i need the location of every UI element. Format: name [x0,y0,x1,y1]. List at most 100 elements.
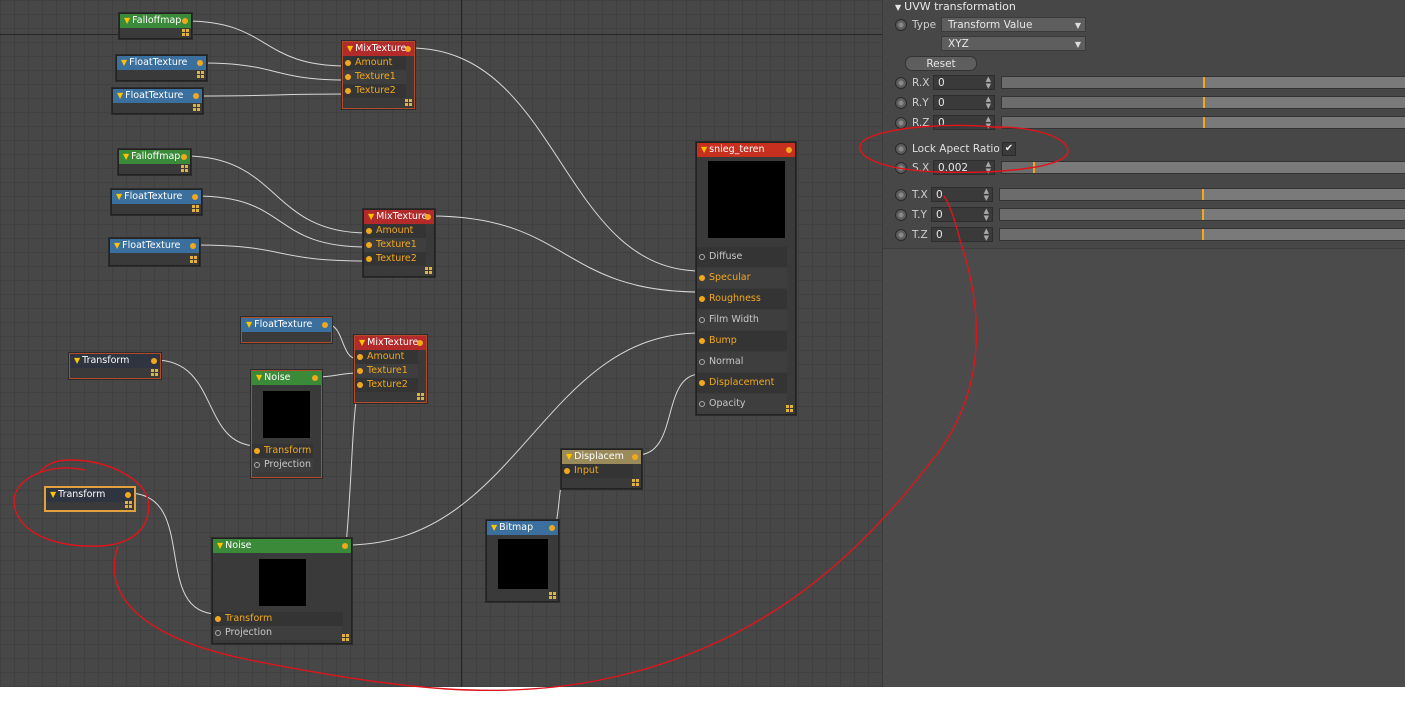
spinner-icon[interactable]: ▲ ▼ [986,116,991,130]
port-dot[interactable] [699,338,705,344]
port-dot[interactable] [366,256,372,262]
resize-grip-icon[interactable] [632,479,639,486]
collapse-triangle-icon[interactable]: ▼ [117,91,123,100]
collapse-triangle-icon[interactable]: ▼ [246,320,252,329]
animate-radio-icon[interactable] [895,143,907,155]
output-port[interactable] [632,454,638,460]
spinner-icon[interactable]: ▲ ▼ [986,161,991,175]
output-port[interactable] [549,525,555,531]
input-port-texture1[interactable]: Texture1 [355,364,418,378]
port-dot[interactable] [345,88,351,94]
input-port-opacity[interactable]: Opacity [697,394,787,414]
output-port[interactable] [193,93,199,99]
port-dot[interactable] [699,296,705,302]
resize-grip-icon[interactable] [193,104,200,111]
collapse-triangle-icon[interactable]: ▼ [256,373,262,382]
output-port[interactable] [182,18,188,24]
port-dot[interactable] [366,228,372,234]
input-port-amount[interactable]: Amount [343,56,406,70]
input-port-displacement[interactable]: Displacement [697,373,787,393]
input-port-projection[interactable]: Projection [213,626,343,640]
slider-handle[interactable] [1202,77,1205,88]
slider-handle[interactable] [1201,209,1204,220]
port-dot[interactable] [357,368,363,374]
ry-slider[interactable] [1001,96,1405,109]
input-port-normal[interactable]: Normal [697,352,787,372]
spinner-icon[interactable]: ▲ ▼ [986,76,991,90]
output-port[interactable] [125,492,131,498]
input-port-texture2[interactable]: Texture2 [343,84,406,98]
collapse-triangle-icon[interactable]: ▼ [124,16,130,25]
rz-slider[interactable] [1001,116,1405,129]
resize-grip-icon[interactable] [182,29,189,36]
port-dot[interactable] [699,380,705,386]
output-port[interactable] [417,340,423,346]
animate-radio-icon[interactable] [895,77,907,89]
collapse-triangle-icon[interactable]: ▼ [121,58,127,67]
slider-handle[interactable] [1202,97,1205,108]
node-mixtexture-2[interactable]: ▼ MixTexture Amount Texture1 Texture2 [363,209,435,277]
resize-grip-icon[interactable] [425,267,432,274]
animate-radio-icon[interactable] [895,117,907,129]
sx-field[interactable]: 0.002 ▲ ▼ [933,160,995,175]
input-port-roughness[interactable]: Roughness [697,289,787,309]
port-dot[interactable] [699,359,705,365]
resize-grip-icon[interactable] [181,165,188,172]
ty-slider[interactable] [999,208,1405,221]
spinner-icon[interactable]: ▲ ▼ [984,208,989,222]
resize-grip-icon[interactable] [549,592,556,599]
port-dot[interactable] [366,242,372,248]
section-header[interactable]: ▼ UVW transformation [895,0,1016,13]
node-noise-2[interactable]: ▼ Noise Transform Projection [212,538,352,644]
input-port-transform[interactable]: Transform [213,612,343,626]
node-material-snieg-teren[interactable]: ▼ snieg_teren Diffuse Specular Roughness … [696,142,796,415]
collapse-triangle-icon[interactable]: ▼ [491,523,497,532]
output-port[interactable] [405,46,411,52]
rx-slider[interactable] [1001,76,1405,89]
node-floattexture-2[interactable]: ▼ FloatTexture [112,88,203,114]
node-displacement[interactable]: ▼ Displacem Input [561,449,642,489]
output-port[interactable] [190,243,196,249]
rotation-order-dropdown[interactable]: XYZ ▼ [941,36,1086,51]
rx-field[interactable]: 0 ▲ ▼ [933,75,995,90]
collapse-triangle-icon[interactable]: ▼ [368,212,374,221]
output-port[interactable] [192,194,198,200]
collapse-triangle-icon[interactable]: ▼ [74,356,80,365]
port-dot[interactable] [254,462,260,468]
spinner-icon[interactable]: ▲ ▼ [986,96,991,110]
port-dot[interactable] [564,468,570,474]
ty-field[interactable]: 0 ▲ ▼ [931,207,993,222]
slider-handle[interactable] [1201,229,1204,240]
resize-grip-icon[interactable] [405,99,412,106]
port-dot[interactable] [215,616,221,622]
port-dot[interactable] [699,401,705,407]
node-transform-2[interactable]: ▼ Transform [45,487,135,511]
slider-handle[interactable] [1201,189,1204,200]
reset-button[interactable]: Reset [905,56,977,71]
sx-slider[interactable] [1001,161,1405,174]
collapse-triangle-icon[interactable]: ▼ [347,44,353,53]
node-falloffmap-2[interactable]: ▼ Falloffmap [118,149,191,175]
port-dot[interactable] [357,382,363,388]
tx-slider[interactable] [999,188,1405,201]
tz-slider[interactable] [999,228,1405,241]
resize-grip-icon[interactable] [151,369,158,376]
collapse-triangle-icon[interactable]: ▼ [217,541,223,550]
input-port-amount[interactable]: Amount [355,350,418,364]
resize-grip-icon[interactable] [197,71,204,78]
collapse-triangle-icon[interactable]: ▼ [50,490,56,499]
slider-handle[interactable] [1033,162,1036,173]
resize-grip-icon[interactable] [125,501,132,508]
output-port[interactable] [342,543,348,549]
animate-radio-icon[interactable] [895,19,907,31]
port-dot[interactable] [699,275,705,281]
input-port-film-width[interactable]: Film Width [697,310,787,330]
port-dot[interactable] [254,448,260,454]
port-dot[interactable] [345,74,351,80]
node-floattexture-3[interactable]: ▼ FloatTexture [111,189,202,215]
animate-radio-icon[interactable] [895,209,907,221]
tx-field[interactable]: 0 ▲ ▼ [931,187,993,202]
input-port-projection[interactable]: Projection [252,458,313,472]
type-dropdown[interactable]: Transform Value ▼ [941,17,1086,32]
animate-radio-icon[interactable] [895,189,907,201]
